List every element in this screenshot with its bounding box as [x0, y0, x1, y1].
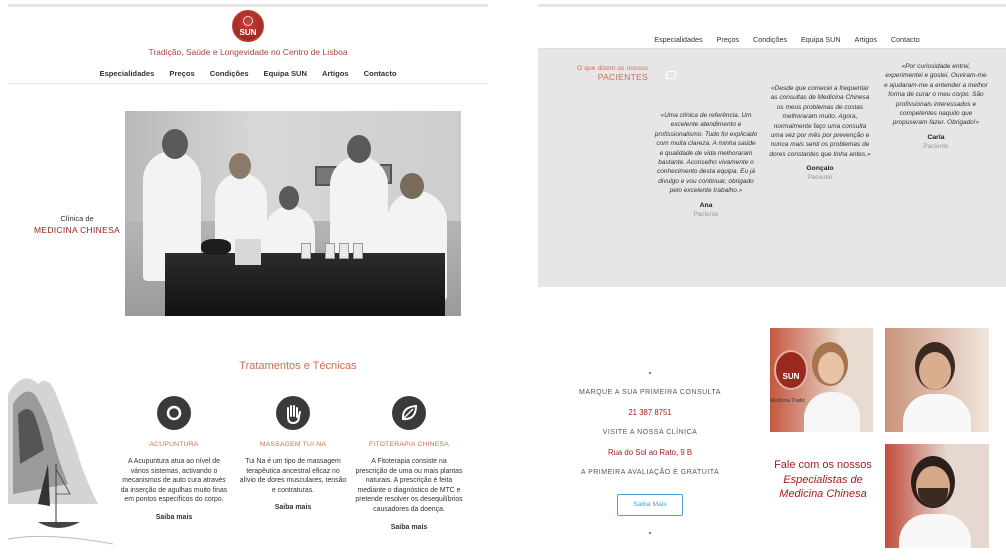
- bullet-dot: [649, 372, 651, 374]
- testimonial-quote: «Desde que comecei a frequentar as consu…: [769, 85, 871, 158]
- quote-icon: [666, 71, 676, 79]
- nav-contacto[interactable]: Contacto: [891, 35, 920, 44]
- saiba-mais-button[interactable]: Saiba Mais: [617, 494, 683, 516]
- specialist-portrait-woman: SUN Medicina Tradic: [770, 328, 873, 432]
- clinic-heading-line1: Clínica de: [60, 214, 94, 223]
- testimonials-heading-line1: O que dizem os nossos: [576, 65, 648, 72]
- ink-landscape-illustration: [8, 378, 113, 545]
- treatment-tui-na: MASSAGEM TUI NA Tui Na é um tipo de mass…: [239, 396, 347, 511]
- testimonial-role: Paciente: [923, 142, 949, 150]
- treatments-title: Tratamentos e Técnicas: [239, 360, 357, 372]
- nav-especialidades[interactable]: Especialidades: [100, 69, 155, 78]
- nav-artigos[interactable]: Artigos: [855, 35, 877, 44]
- left-page: SUN Tradição, Saúde e Longevidade no Cen…: [8, 4, 488, 560]
- testimonial-name: Carla: [927, 133, 945, 141]
- testimonials-heading-line2: PACIENTES: [597, 72, 648, 82]
- specialist-portrait-bearded-man: [885, 444, 989, 548]
- treatment-description: A Acupuntura atua ao nível de vários sis…: [120, 458, 228, 504]
- treatment-description: Tui Na é um tipo de massagem terapêutica…: [239, 458, 347, 494]
- nav-artigos[interactable]: Artigos: [322, 69, 349, 78]
- treatment-name[interactable]: FITOTERAPIA CHINESA: [355, 441, 463, 448]
- nav-especialidades[interactable]: Especialidades: [654, 35, 702, 44]
- nav-contacto[interactable]: Contacto: [364, 69, 397, 78]
- clinic-heading-line2: MEDICINA CHINESA: [33, 225, 121, 235]
- specialist-portrait-man: [885, 328, 989, 432]
- team-photo: [125, 111, 461, 316]
- testimonials-section: O que dizem os nossos PACIENTES «Uma clí…: [538, 49, 1006, 287]
- cta-line2: VISITE A NOSSA CLÍNICA: [602, 429, 698, 436]
- testimonial-quote: «Uma clínica de referência. Um excelente…: [654, 112, 758, 195]
- nav-precos[interactable]: Preços: [169, 69, 194, 78]
- nav-precos[interactable]: Preços: [717, 35, 739, 44]
- acupuncture-icon: [157, 396, 191, 430]
- treatment-more-link[interactable]: Saiba mais: [355, 524, 463, 531]
- tagline: Tradição, Saúde e Longevidade no Centro …: [148, 47, 348, 57]
- testimonial-role: Paciente: [807, 174, 833, 182]
- testimonial-role: Paciente: [693, 210, 719, 218]
- treatment-more-link[interactable]: Saiba mais: [239, 504, 347, 511]
- browser-top-bar: [8, 4, 488, 7]
- testimonial-card: «Por curiosidade entrei, experimentei e …: [884, 62, 988, 150]
- clinic-heading: Clínica de MEDICINA CHINESA: [22, 214, 132, 235]
- screenshot-stage: SUN Tradição, Saúde e Longevidade no Cen…: [0, 0, 1006, 560]
- nav-condicoes[interactable]: Condições: [753, 35, 787, 44]
- testimonial-card: «Uma clínica de referência. Um excelente…: [654, 111, 758, 218]
- treatment-name[interactable]: MASSAGEM TUI NA: [239, 441, 347, 448]
- address-link[interactable]: Rua do Sol ao Rato, 9 B: [574, 448, 726, 457]
- main-nav: Especialidades Preços Condições Equipa S…: [8, 69, 488, 78]
- specialists-heading-line3: Medicina Chinesa: [779, 488, 867, 500]
- testimonial-quote: «Por curiosidade entrei, experimentei e …: [884, 63, 988, 127]
- hand-icon: [276, 396, 310, 430]
- nav-divider: [8, 83, 488, 84]
- specialists-heading-line2: Especialistas de: [783, 473, 863, 486]
- treatment-description: A Fitoterapia consiste na prescrição de …: [355, 458, 463, 513]
- nav-equipa-sun[interactable]: Equipa SUN: [801, 35, 841, 44]
- nav-equipa-sun[interactable]: Equipa SUN: [264, 69, 307, 78]
- cta-line1: MARQUE A SUA PRIMEIRA CONSULTA: [579, 389, 721, 396]
- nav-condicoes[interactable]: Condições: [210, 69, 249, 78]
- testimonial-name: Gonçalo: [806, 165, 834, 173]
- right-page: Especialidades Preços Condições Equipa S…: [538, 4, 1006, 560]
- testimonial-card: «Desde que comecei a frequentar as consu…: [768, 84, 872, 181]
- leaf-icon: [392, 396, 426, 430]
- specialists-heading: Fale com os nossos Especialistas de Medi…: [764, 458, 882, 502]
- treatment-more-link[interactable]: Saiba mais: [120, 514, 228, 521]
- phone-link[interactable]: 21 387 8751: [574, 408, 726, 417]
- logo-circle-icon: [243, 16, 253, 26]
- cta-line3: A PRIMEIRA AVALIAÇÃO É GRATUITA: [580, 469, 720, 476]
- consultation-cta: MARQUE A SUA PRIMEIRA CONSULTA 21 387 87…: [574, 389, 726, 516]
- treatment-fitoterapia: FITOTERAPIA CHINESA A Fitoterapia consis…: [355, 396, 463, 531]
- testimonial-name: Ana: [699, 201, 713, 209]
- bullet-dot: [649, 532, 651, 534]
- treatment-acupuntura: ACUPUNTURA A Acupuntura atua ao nível de…: [120, 396, 228, 521]
- sun-logo[interactable]: SUN: [232, 10, 264, 42]
- treatment-name[interactable]: ACUPUNTURA: [120, 441, 228, 448]
- specialists-heading-line1: Fale com os nossos: [774, 459, 872, 471]
- testimonials-heading: O que dizem os nossos PACIENTES: [558, 65, 648, 82]
- sun-sign-logo: SUN: [774, 350, 808, 390]
- browser-top-bar: [538, 4, 1006, 7]
- sticky-nav: Especialidades Preços Condições Equipa S…: [538, 35, 1006, 44]
